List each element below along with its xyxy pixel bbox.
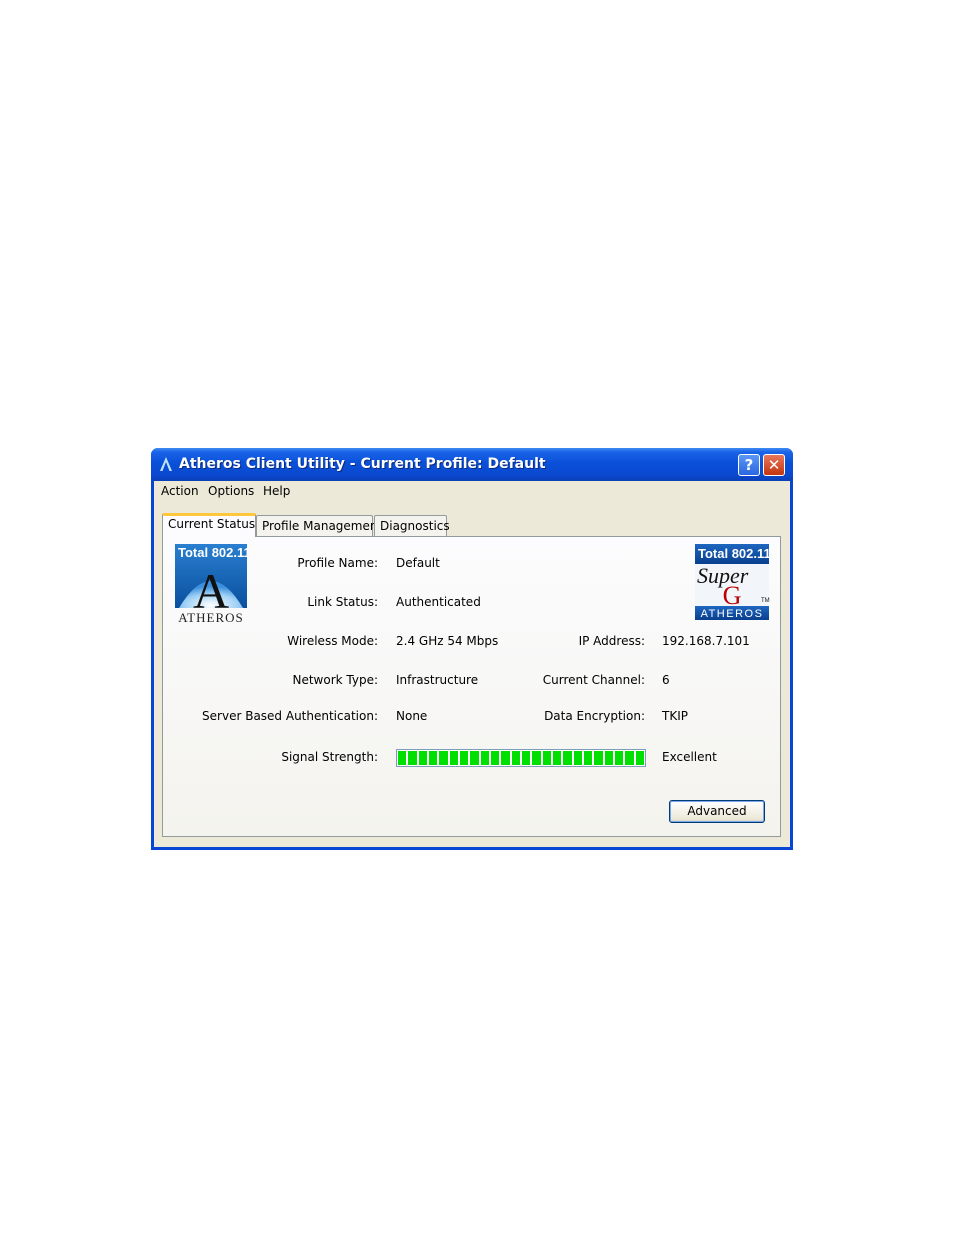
data-encryption-label: Data Encryption: [544,709,645,723]
logo-right-letter: G [723,581,742,610]
atheros-client-utility-window: Atheros Client Utility - Current Profile… [151,448,793,850]
current-status-panel: Total 802.11 A ATHEROS Total 802.11 Supe… [162,536,781,837]
menu-action[interactable]: Action [161,484,199,498]
signal-segment [625,751,634,765]
signal-segment [449,751,458,765]
signal-segment [418,751,427,765]
logo-right-brand: ATHEROS [701,608,764,620]
signal-segment [573,751,582,765]
signal-segment [532,751,541,765]
tab-diagnostics[interactable]: Diagnostics [374,515,450,536]
logo-right-top-text: Total 802.11 [698,546,771,561]
current-channel-value: 6 [662,673,670,687]
window-title: Atheros Client Utility - Current Profile… [179,456,546,472]
profile-name-value: Default [396,556,440,570]
signal-strength-value: Excellent [662,750,717,764]
signal-segment [563,751,572,765]
profile-name-label: Profile Name: [297,556,378,570]
menu-options[interactable]: Options [208,484,254,498]
logo-right-tm: TM [761,598,770,604]
signal-segment [521,751,531,765]
signal-segment [583,751,593,765]
window-client-area: Action Options Help Current Status Profi… [154,481,790,847]
signal-segment [501,751,510,765]
close-icon: ✕ [767,456,781,474]
link-status-label: Link Status: [307,595,378,609]
help-button[interactable]: ? [738,454,760,476]
menu-bar: Action Options Help [154,481,790,503]
signal-segment [552,751,562,765]
signal-strength-meter [396,749,646,767]
signal-segment [459,751,469,765]
signal-segment [511,751,520,765]
link-status-value: Authenticated [396,595,481,609]
question-mark-icon: ? [744,456,754,474]
ip-address-label: IP Address: [578,634,645,648]
signal-segment [604,751,613,765]
wireless-mode-value: 2.4 GHz 54 Mbps [396,634,499,648]
signal-segment [439,751,448,765]
network-type-label: Network Type: [292,673,378,687]
super-g-atheros-logo: Total 802.11 Super G TM ATHEROS [695,544,771,620]
title-bar[interactable]: Atheros Client Utility - Current Profile… [151,448,793,481]
logo-left-brand: ATHEROS [178,610,244,625]
tab-profile-management[interactable]: Profile Management [256,515,382,536]
wireless-mode-label: Wireless Mode: [287,634,378,648]
advanced-button[interactable]: Advanced [669,800,765,823]
signal-segment [398,751,407,765]
signal-segment [428,751,438,765]
signal-segment [542,751,551,765]
atheros-logo-icon [160,457,172,471]
network-type-value: Infrastructure [396,673,479,687]
signal-segment [408,751,417,765]
close-button[interactable]: ✕ [763,454,785,476]
signal-segment [614,751,624,765]
signal-segment [490,751,500,765]
tab-current-status[interactable]: Current Status [162,513,256,537]
signal-segment [480,751,489,765]
signal-strength-label: Signal Strength: [281,750,378,764]
logo-left-top-text: Total 802.11 [178,545,251,560]
menu-help[interactable]: Help [263,484,290,498]
server-auth-value: None [396,709,428,723]
signal-segment [470,751,479,765]
ip-address-value: 192.168.7.101 [662,634,750,648]
server-auth-label: Server Based Authentication: [202,709,378,723]
signal-segment [594,751,603,765]
data-encryption-value: TKIP [662,709,688,723]
current-channel-label: Current Channel: [542,673,645,687]
signal-segment [635,751,644,765]
total-802-11-atheros-logo: Total 802.11 A ATHEROS [175,544,251,625]
